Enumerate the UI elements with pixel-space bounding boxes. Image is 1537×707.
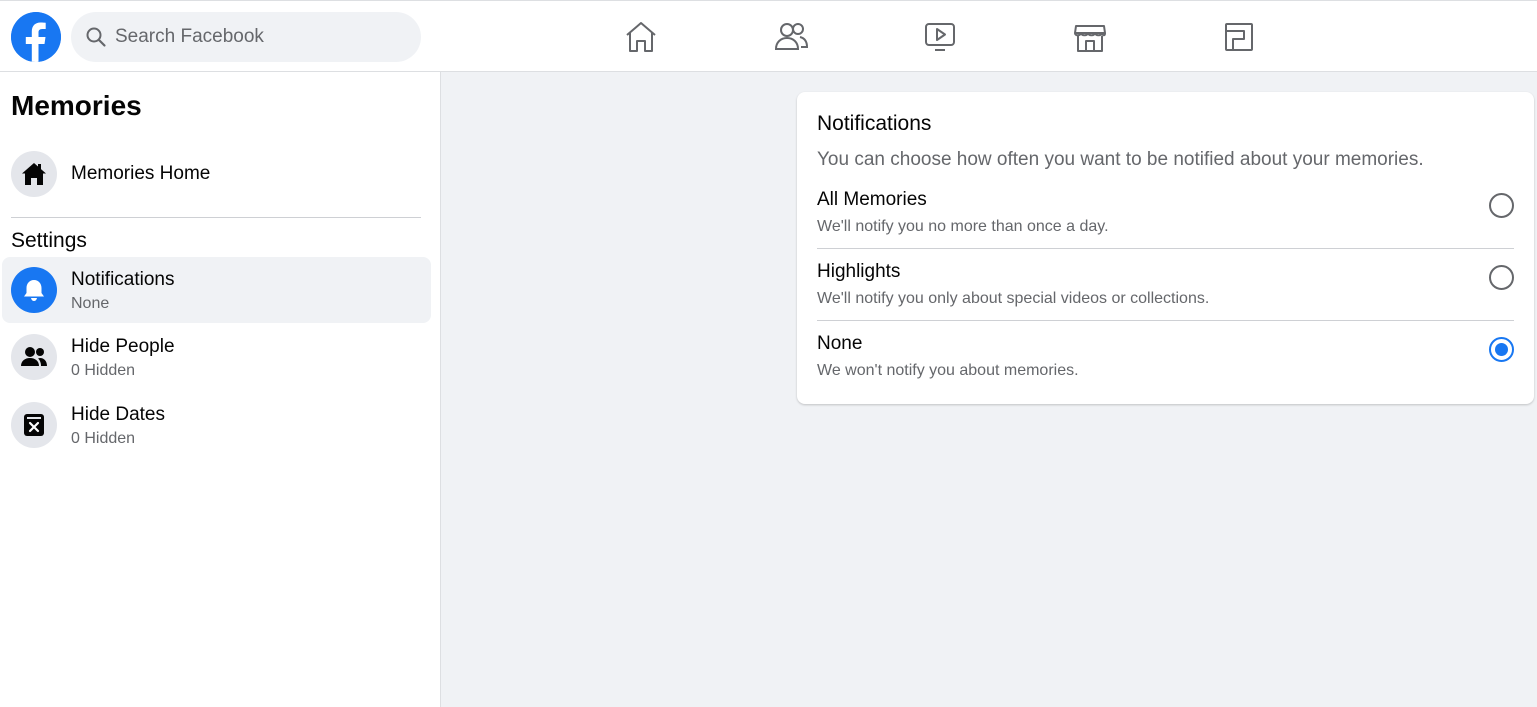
gaming-icon[interactable] — [1219, 17, 1259, 57]
divider — [817, 320, 1514, 321]
facebook-logo-icon[interactable] — [11, 12, 61, 62]
divider — [11, 217, 421, 218]
sidebar-item-status: None — [71, 295, 110, 312]
page-title: Memories — [11, 90, 142, 121]
option-label: Highlights — [817, 261, 901, 282]
people-icon — [11, 334, 57, 380]
memories-sidebar: Memories Memories Home Settings Notifica… — [0, 72, 441, 707]
search-icon — [86, 27, 106, 47]
sidebar-item-status: 0 Hidden — [71, 362, 136, 379]
card-title: Notifications — [817, 112, 932, 135]
option-description: We'll notify you no more than once a day… — [817, 218, 1109, 235]
watch-icon[interactable] — [920, 17, 960, 57]
option-none[interactable]: None We won't notify you about memories. — [817, 333, 1514, 405]
option-description: We'll notify you only about special vide… — [817, 290, 1210, 307]
calendar-x-icon — [11, 402, 57, 448]
friends-icon[interactable] — [771, 17, 811, 57]
sidebar-item-label: Notifications — [71, 269, 175, 290]
sidebar-item-label: Hide Dates — [71, 404, 165, 425]
search-input[interactable] — [115, 12, 405, 62]
bell-icon — [11, 267, 57, 313]
sidebar-item-label: Hide People — [71, 336, 175, 357]
notifications-settings-card: Notifications You can choose how often y… — [797, 92, 1534, 404]
settings-heading: Settings — [11, 229, 87, 252]
radio-none[interactable] — [1489, 337, 1514, 362]
sidebar-item-memories-home[interactable]: Memories Home — [2, 141, 431, 207]
home-filled-icon — [11, 151, 57, 197]
sidebar-item-hide-people[interactable]: Hide People 0 Hidden — [2, 324, 431, 390]
home-icon[interactable] — [621, 17, 661, 57]
radio-all-memories[interactable] — [1489, 193, 1514, 218]
marketplace-icon[interactable] — [1070, 17, 1110, 57]
option-label: All Memories — [817, 189, 927, 210]
sidebar-item-hide-dates[interactable]: Hide Dates 0 Hidden — [2, 392, 431, 458]
radio-highlights[interactable] — [1489, 265, 1514, 290]
option-label: None — [817, 333, 863, 354]
sidebar-item-notifications[interactable]: Notifications None — [2, 257, 431, 323]
option-all-memories[interactable]: All Memories We'll notify you no more th… — [817, 189, 1514, 261]
sidebar-item-status: 0 Hidden — [71, 430, 136, 447]
divider — [817, 248, 1514, 249]
top-navigation-bar — [0, 0, 1537, 72]
option-highlights[interactable]: Highlights We'll notify you only about s… — [817, 261, 1514, 333]
sidebar-item-label: Memories Home — [71, 163, 211, 184]
card-description: You can choose how often you want to be … — [817, 149, 1424, 170]
search-box[interactable] — [71, 12, 421, 62]
option-description: We won't notify you about memories. — [817, 362, 1079, 379]
